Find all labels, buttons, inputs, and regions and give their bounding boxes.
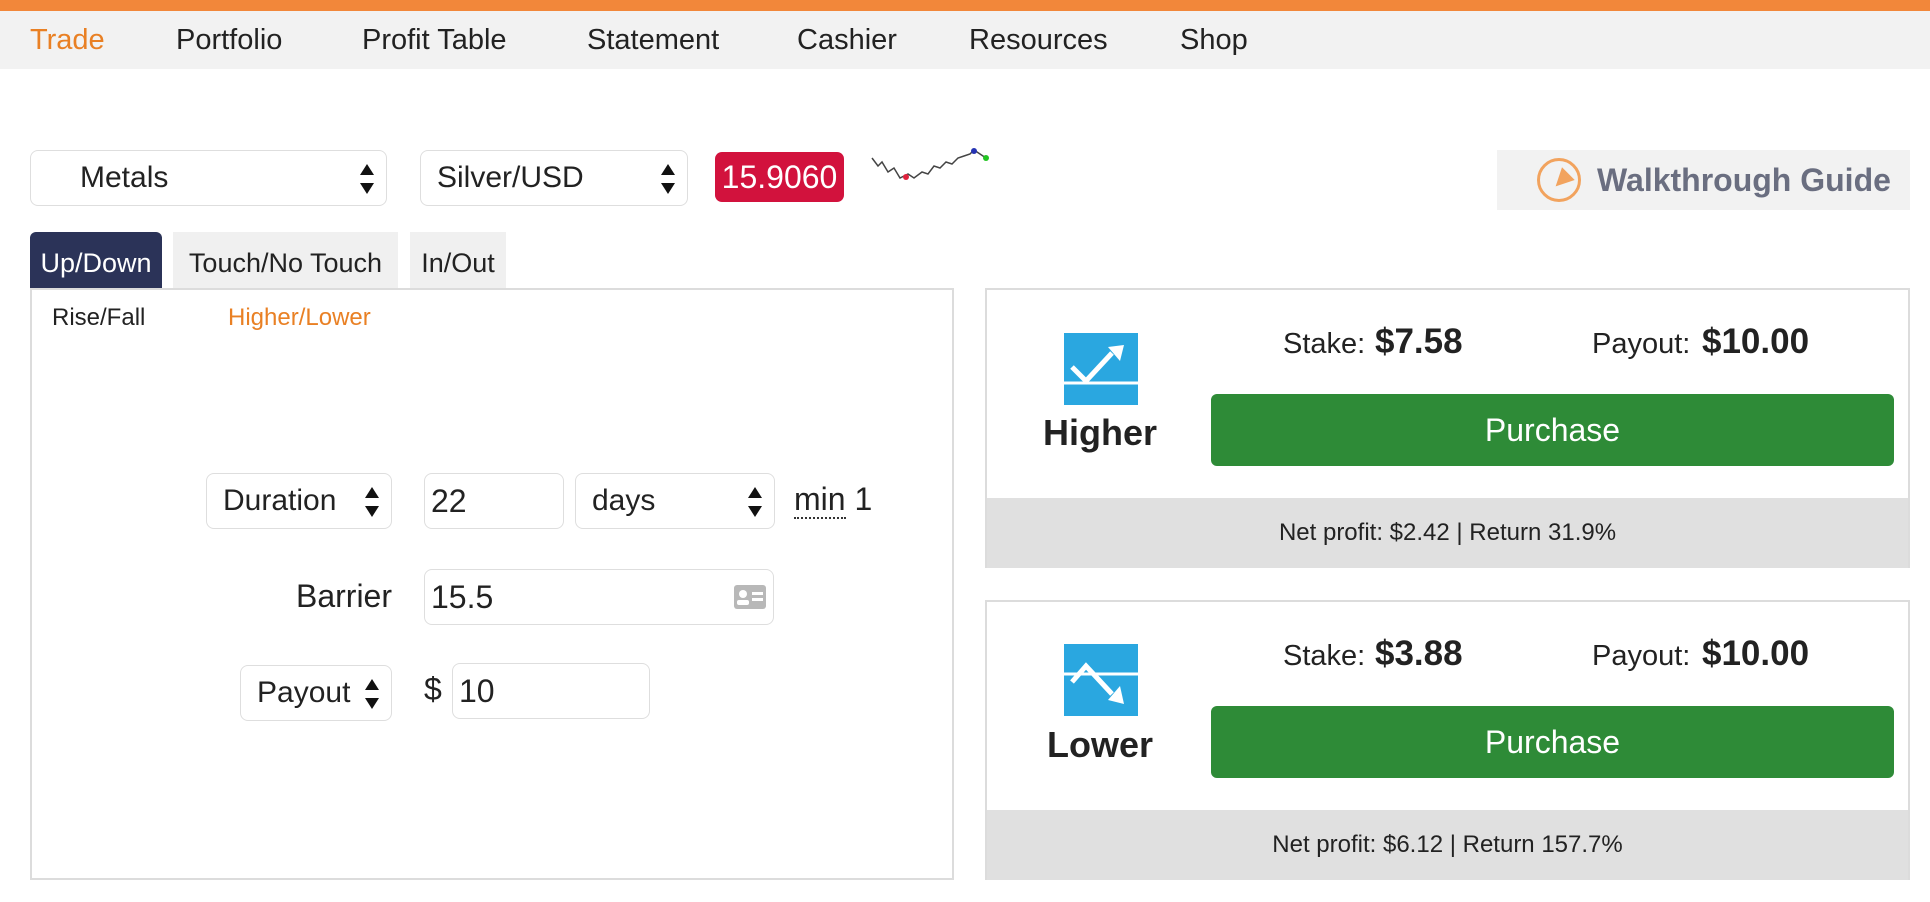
top-accent-bar xyxy=(0,0,1930,11)
sparkline-high-dot xyxy=(971,148,977,154)
main-nav: Trade Portfolio Profit Table Statement C… xyxy=(0,11,1930,69)
nav-statement[interactable]: Statement xyxy=(587,11,719,69)
lower-payout-value: $10.00 xyxy=(1702,634,1810,673)
trend-down-icon xyxy=(1064,644,1138,716)
lower-payout-label: Payout: xyxy=(1592,640,1691,672)
barrier-value: 15.5 xyxy=(431,579,494,615)
nav-portfolio[interactable]: Portfolio xyxy=(176,11,282,69)
select-arrows-icon xyxy=(360,164,374,194)
select-arrows-icon xyxy=(748,487,762,517)
duration-unit-value: days xyxy=(592,484,656,517)
tab-touch-no-touch[interactable]: Touch/No Touch xyxy=(173,232,398,288)
payout-amount-input[interactable]: 10 xyxy=(452,663,650,719)
higher-payout-value: $10.00 xyxy=(1702,322,1810,361)
higher-purchase-button[interactable]: Purchase xyxy=(1211,394,1894,466)
nav-trade[interactable]: Trade xyxy=(30,11,105,69)
lower-contract-card: Lower Stake: $3.88 Payout: $10.00 Purcha… xyxy=(985,600,1910,880)
duration-amount-input[interactable]: 22 xyxy=(424,473,564,529)
select-arrows-icon xyxy=(365,487,379,517)
higher-net-profit: Net profit: $2.42 | Return 31.9% xyxy=(987,498,1908,568)
currency-symbol: $ xyxy=(424,671,442,707)
walkthrough-guide-label: Walkthrough Guide xyxy=(1597,162,1891,198)
barrier-input[interactable]: 15.5 xyxy=(424,569,774,625)
price-sparkline xyxy=(871,148,989,180)
min-value: 1 xyxy=(854,481,873,517)
lower-label: Lower xyxy=(1046,724,1153,765)
payout-type-value: Payout xyxy=(257,676,351,709)
id-card-icon[interactable] xyxy=(733,584,767,610)
sparkline-last-dot xyxy=(983,155,989,161)
higher-label: Higher xyxy=(1042,412,1157,453)
duration-type-value: Duration xyxy=(223,484,337,517)
duration-min-hint: min 1 xyxy=(794,481,873,519)
select-arrows-icon xyxy=(661,164,675,194)
nav-resources[interactable]: Resources xyxy=(969,11,1108,69)
higher-payout-label: Payout: xyxy=(1592,328,1691,360)
select-arrows-icon xyxy=(365,679,379,709)
trend-up-icon xyxy=(1064,333,1138,405)
trade-form-panel: Rise/Fall Higher/Lower Duration 22 days … xyxy=(30,288,954,880)
duration-unit-select[interactable]: days xyxy=(575,473,775,529)
min-abbr: min xyxy=(794,481,846,519)
tab-up-down[interactable]: Up/Down xyxy=(30,232,162,288)
subtab-higher-lower[interactable]: Higher/Lower xyxy=(228,304,371,332)
higher-contract-card: Higher Stake: $7.58 Payout: $10.00 Purch… xyxy=(985,288,1910,568)
nav-shop[interactable]: Shop xyxy=(1180,11,1248,69)
walkthrough-guide-button[interactable]: Walkthrough Guide xyxy=(1497,150,1910,210)
sparkline-low-dot xyxy=(903,174,909,180)
symbol-select[interactable]: Silver/USD xyxy=(420,150,688,206)
higher-stake-value: $7.58 xyxy=(1375,322,1463,361)
barrier-label: Barrier xyxy=(295,578,392,614)
lower-net-profit: Net profit: $6.12 | Return 157.7% xyxy=(987,810,1908,880)
lower-stake-label: Stake: xyxy=(1283,640,1366,672)
navigation-arrow-icon xyxy=(1537,158,1581,202)
payout-type-select[interactable]: Payout xyxy=(240,665,392,721)
market-category-value: Metals xyxy=(80,161,169,194)
higher-stake-label: Stake: xyxy=(1283,328,1366,360)
lower-stake-value: $3.88 xyxy=(1375,634,1463,673)
nav-profit-table[interactable]: Profit Table xyxy=(362,11,507,69)
spot-price-badge: 15.9060 xyxy=(715,152,844,202)
lower-purchase-button[interactable]: Purchase xyxy=(1211,706,1894,778)
tab-in-out[interactable]: In/Out xyxy=(410,232,506,288)
duration-type-select[interactable]: Duration xyxy=(206,473,392,529)
nav-cashier[interactable]: Cashier xyxy=(797,11,897,69)
symbol-value: Silver/USD xyxy=(437,161,584,194)
market-category-select[interactable]: Metals xyxy=(30,150,387,206)
subtab-rise-fall[interactable]: Rise/Fall xyxy=(52,304,145,332)
